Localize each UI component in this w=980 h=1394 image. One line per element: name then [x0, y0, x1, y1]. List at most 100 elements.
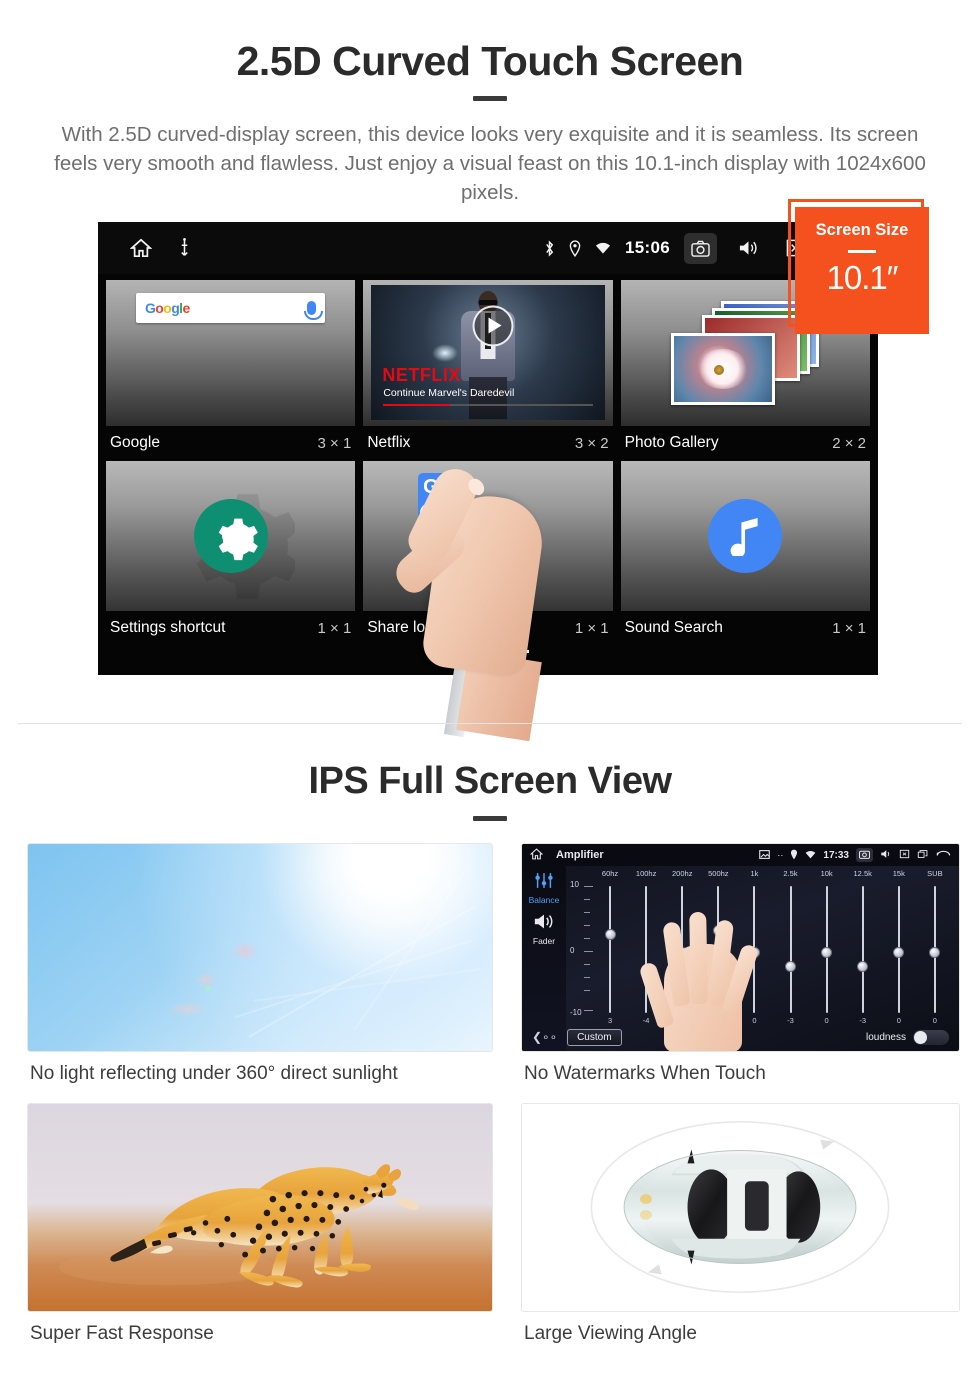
home-icon[interactable] [529, 847, 544, 863]
eq-slider-sub[interactable] [917, 886, 953, 1013]
band-value: 0 [824, 1016, 829, 1025]
widget-size: 3 × 1 [317, 434, 352, 452]
band-value: -3 [787, 1016, 794, 1025]
gear-icon [193, 499, 268, 573]
google-logo: Google [145, 300, 190, 316]
sidebar-label-balance: Balance [528, 895, 560, 905]
band-label: 60hz [601, 869, 619, 878]
feature-caption-sunlight: No light reflecting under 360° direct su… [30, 1063, 398, 1084]
band-value: 0 [896, 1016, 901, 1025]
eq-band-labels: 60hz 100hz 200hz 500hz 1k 2.5k 10k 12.5k… [566, 866, 959, 878]
feature-card-sunlight [27, 843, 493, 1052]
loudness-label: loudness [865, 1031, 906, 1043]
band-label: SUB [927, 869, 943, 878]
eq-clock: 17:33 [823, 849, 849, 861]
widget-name: Share location [367, 619, 467, 636]
page-dot-2[interactable] [477, 650, 499, 653]
street-glow [431, 344, 458, 363]
close-icon[interactable] [899, 849, 910, 861]
netflix-progress-bar [383, 404, 593, 406]
wifi-icon [595, 241, 611, 255]
band-label: 1k [750, 869, 759, 878]
preset-button[interactable]: Custom [567, 1028, 622, 1046]
widget-netflix-preview: NETFLIX Continue Marvel's Daredevil [363, 280, 613, 426]
sidebar-item-fader[interactable]: Fader [522, 913, 566, 946]
widget-netflix[interactable]: NETFLIX Continue Marvel's Daredevil Netf… [363, 280, 613, 461]
camera-icon[interactable] [684, 232, 717, 264]
home-icon[interactable] [130, 238, 152, 258]
widget-sound-search[interactable]: Sound Search 1 × 1 [620, 461, 870, 646]
widget-sound-search-preview [620, 461, 870, 611]
page-dot-1[interactable] [447, 650, 469, 653]
eq-slider-12_5k[interactable] [845, 886, 881, 1013]
section-1-title: 2.5D Curved Touch Screen [236, 38, 744, 84]
car-top-view-image [522, 1104, 959, 1311]
badge-divider [848, 250, 876, 253]
loudness-toggle[interactable] [913, 1029, 949, 1045]
scale-top: 10 [570, 880, 579, 889]
widget-size: 1 × 1 [832, 619, 866, 637]
widget-name: Sound Search [624, 619, 723, 636]
wifi-icon [805, 850, 816, 861]
scale-bottom: -10 [570, 1008, 582, 1017]
google-search-bar[interactable]: Google [136, 293, 326, 323]
widget-label: Photo Gallery 2 × 2 [621, 426, 870, 461]
band-label: 100hz [635, 869, 657, 878]
widget-label: Sound Search 1 × 1 [621, 611, 870, 646]
screen-size-badge: Screen Size 10.1″ [795, 207, 929, 334]
band-value: 3 [607, 1016, 613, 1025]
eq-slider-15k[interactable] [881, 886, 917, 1013]
volume-icon[interactable] [731, 233, 764, 264]
volume-icon[interactable] [880, 849, 892, 861]
feature-card-viewing-angle [521, 1103, 960, 1312]
widget-size: 1 × 1 [317, 619, 352, 637]
back-icon[interactable] [936, 849, 951, 861]
play-icon[interactable] [472, 305, 514, 346]
band-label: 200hz [672, 869, 693, 878]
widget-size: 2 × 2 [832, 434, 866, 452]
running-cheetah-image [28, 1104, 492, 1311]
widget-size: 1 × 1 [574, 619, 609, 637]
widget-label: Share location 1 × 1 [363, 611, 612, 646]
bluetooth-icon [544, 239, 555, 257]
band-label: 12.5k [853, 869, 872, 878]
music-note-icon [708, 499, 783, 573]
eq-slider-2_5k[interactable] [772, 886, 808, 1013]
widget-settings-preview [106, 461, 356, 611]
widget-label: Netflix 3 × 2 [363, 426, 612, 461]
widget-name: Photo Gallery [624, 434, 719, 451]
page-indicator[interactable] [106, 646, 870, 653]
widget-name: Netflix [367, 434, 411, 451]
recents-icon[interactable] [917, 849, 929, 861]
widget-size: 3 × 2 [574, 434, 609, 452]
widget-name: Google [110, 434, 160, 451]
device-screenshot-widget-picker: 15:06 Google Google 3 × 1 NETFLIX Contin… [98, 222, 878, 675]
loudness-control[interactable]: loudness [865, 1029, 949, 1045]
sidebar-label-fader: Fader [532, 936, 556, 946]
sidebar-item-balance[interactable]: Balance [522, 872, 566, 905]
section-divider [18, 723, 962, 724]
camera-icon[interactable] [856, 848, 873, 862]
eq-scale: 10 0 -10 [570, 880, 593, 1017]
widget-row: Settings shortcut 1 × 1 G Share location [106, 461, 870, 646]
gallery-icon [759, 849, 771, 861]
feature-card-no-watermarks: Amplifier ·· 17:33 Balance Fader 60hz 10… [521, 843, 960, 1052]
eq-slider-60hz[interactable] [592, 886, 628, 1013]
amplifier-title: Amplifier [556, 849, 604, 861]
band-label: 10k [820, 869, 833, 878]
widget-label: Google 3 × 1 [106, 426, 355, 461]
sliders-icon [533, 873, 555, 893]
widget-share-location[interactable]: G Share location 1 × 1 [363, 461, 613, 646]
feature-caption-no-watermarks: No Watermarks When Touch [524, 1063, 766, 1084]
eq-slider-10k[interactable] [809, 886, 845, 1013]
google-maps-icon: G [418, 473, 471, 525]
widget-settings-shortcut[interactable]: Settings shortcut 1 × 1 [106, 461, 356, 646]
back-arrow-icon[interactable]: ❮∘∘ [532, 1030, 557, 1044]
page-dot-3[interactable] [507, 650, 529, 653]
widget-grid: Google Google 3 × 1 NETFLIX Continue Mar… [98, 274, 878, 653]
microphone-icon[interactable] [304, 301, 324, 320]
section-1-description: With 2.5D curved-display screen, this de… [54, 123, 926, 204]
netflix-subtitle: Continue Marvel's Daredevil [383, 387, 515, 399]
section-2-title: IPS Full Screen View [308, 760, 672, 802]
widget-google[interactable]: Google Google 3 × 1 [106, 280, 356, 461]
